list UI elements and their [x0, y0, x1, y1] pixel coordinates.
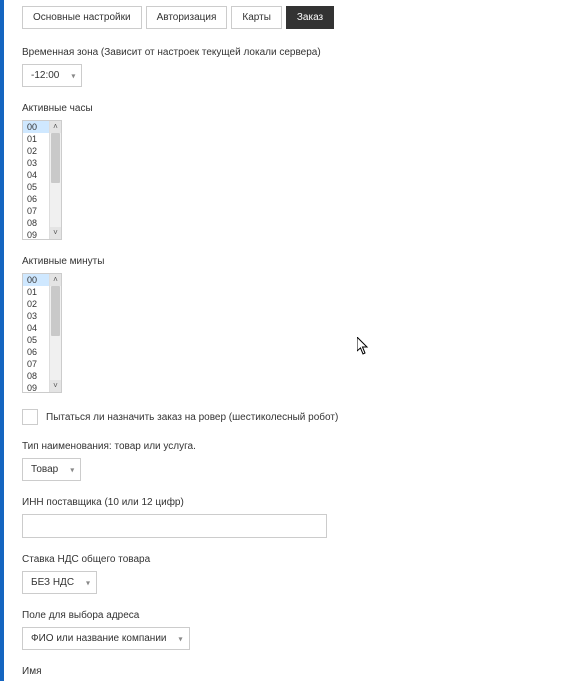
- rover-assign-label: Пытаться ли назначить заказ на ровер (ше…: [46, 412, 338, 423]
- tab-0[interactable]: Основные настройки: [22, 6, 142, 29]
- active-minutes-listbox[interactable]: 0001020304050607080910 ˄ ˅: [22, 273, 62, 393]
- scroll-thumb[interactable]: [51, 133, 60, 183]
- item-type-select[interactable]: Товар ▾: [22, 458, 81, 481]
- active-hours-group: Активные часы 0001020304050607080910 ˄ ˅: [22, 103, 564, 240]
- content-area: Основные настройкиАвторизацияКартыЗаказ …: [4, 0, 582, 681]
- item-type-group: Тип наименования: товар или услуга. Това…: [22, 441, 564, 481]
- list-item[interactable]: 02: [23, 145, 49, 157]
- chevron-down-icon: ▾: [178, 634, 182, 643]
- scrollbar[interactable]: ˄ ˅: [49, 121, 61, 239]
- vat-rate-select[interactable]: БЕЗ НДС ▾: [22, 571, 97, 594]
- scrollbar[interactable]: ˄ ˅: [49, 274, 61, 392]
- list-item[interactable]: 03: [23, 310, 49, 322]
- rover-assign-group: Пытаться ли назначить заказ на ровер (ше…: [22, 409, 564, 425]
- timezone-select[interactable]: -12:00 ▾: [22, 64, 82, 87]
- active-hours-listbox[interactable]: 0001020304050607080910 ˄ ˅: [22, 120, 62, 240]
- supplier-inn-input[interactable]: [22, 514, 327, 538]
- list-item[interactable]: 07: [23, 358, 49, 370]
- list-item[interactable]: 02: [23, 298, 49, 310]
- address-field-label: Поле для выбора адреса: [22, 610, 564, 621]
- list-item[interactable]: 06: [23, 193, 49, 205]
- list-item[interactable]: 04: [23, 322, 49, 334]
- list-item[interactable]: 05: [23, 334, 49, 346]
- timezone-group: Временная зона (Зависит от настроек теку…: [22, 47, 564, 87]
- name-field-label: Имя: [22, 666, 564, 677]
- active-hours-label: Активные часы: [22, 103, 564, 114]
- chevron-down-icon: ▾: [71, 71, 75, 80]
- list-item[interactable]: 09: [23, 382, 49, 392]
- scroll-down-icon[interactable]: ˅: [50, 380, 61, 392]
- list-item[interactable]: 00: [23, 121, 49, 133]
- list-item[interactable]: 05: [23, 181, 49, 193]
- active-minutes-group: Активные минуты 0001020304050607080910 ˄…: [22, 256, 564, 393]
- timezone-label: Временная зона (Зависит от настроек теку…: [22, 47, 564, 58]
- scroll-up-icon[interactable]: ˄: [50, 274, 61, 286]
- scroll-up-icon[interactable]: ˄: [50, 121, 61, 133]
- tabs: Основные настройкиАвторизацияКартыЗаказ: [22, 6, 564, 29]
- tab-2[interactable]: Карты: [231, 6, 282, 29]
- tab-3[interactable]: Заказ: [286, 6, 334, 29]
- list-item[interactable]: 04: [23, 169, 49, 181]
- list-item[interactable]: 03: [23, 157, 49, 169]
- list-item[interactable]: 07: [23, 205, 49, 217]
- list-item[interactable]: 01: [23, 133, 49, 145]
- rover-assign-checkbox[interactable]: [22, 409, 38, 425]
- address-field-value: ФИО или название компании: [31, 633, 167, 644]
- chevron-down-icon: ▾: [86, 578, 90, 587]
- active-minutes-label: Активные минуты: [22, 256, 564, 267]
- list-item[interactable]: 06: [23, 346, 49, 358]
- address-field-select[interactable]: ФИО или название компании ▾: [22, 627, 190, 650]
- list-item[interactable]: 08: [23, 370, 49, 382]
- item-type-value: Товар: [31, 464, 58, 475]
- address-field-group: Поле для выбора адреса ФИО или название …: [22, 610, 564, 650]
- list-item[interactable]: 09: [23, 229, 49, 239]
- chevron-down-icon: ▾: [70, 465, 74, 474]
- supplier-inn-group: ИНН поставщика (10 или 12 цифр): [22, 497, 564, 538]
- vat-rate-group: Ставка НДС общего товара БЕЗ НДС ▾: [22, 554, 564, 594]
- supplier-inn-label: ИНН поставщика (10 или 12 цифр): [22, 497, 564, 508]
- scroll-thumb[interactable]: [51, 286, 60, 336]
- item-type-label: Тип наименования: товар или услуга.: [22, 441, 564, 452]
- vat-rate-value: БЕЗ НДС: [31, 577, 74, 588]
- name-field-group: Имя: [22, 666, 564, 681]
- timezone-value: -12:00: [31, 70, 59, 81]
- vat-rate-label: Ставка НДС общего товара: [22, 554, 564, 565]
- list-item[interactable]: 08: [23, 217, 49, 229]
- list-item[interactable]: 00: [23, 274, 49, 286]
- scroll-down-icon[interactable]: ˅: [50, 227, 61, 239]
- list-item[interactable]: 01: [23, 286, 49, 298]
- tab-1[interactable]: Авторизация: [146, 6, 228, 29]
